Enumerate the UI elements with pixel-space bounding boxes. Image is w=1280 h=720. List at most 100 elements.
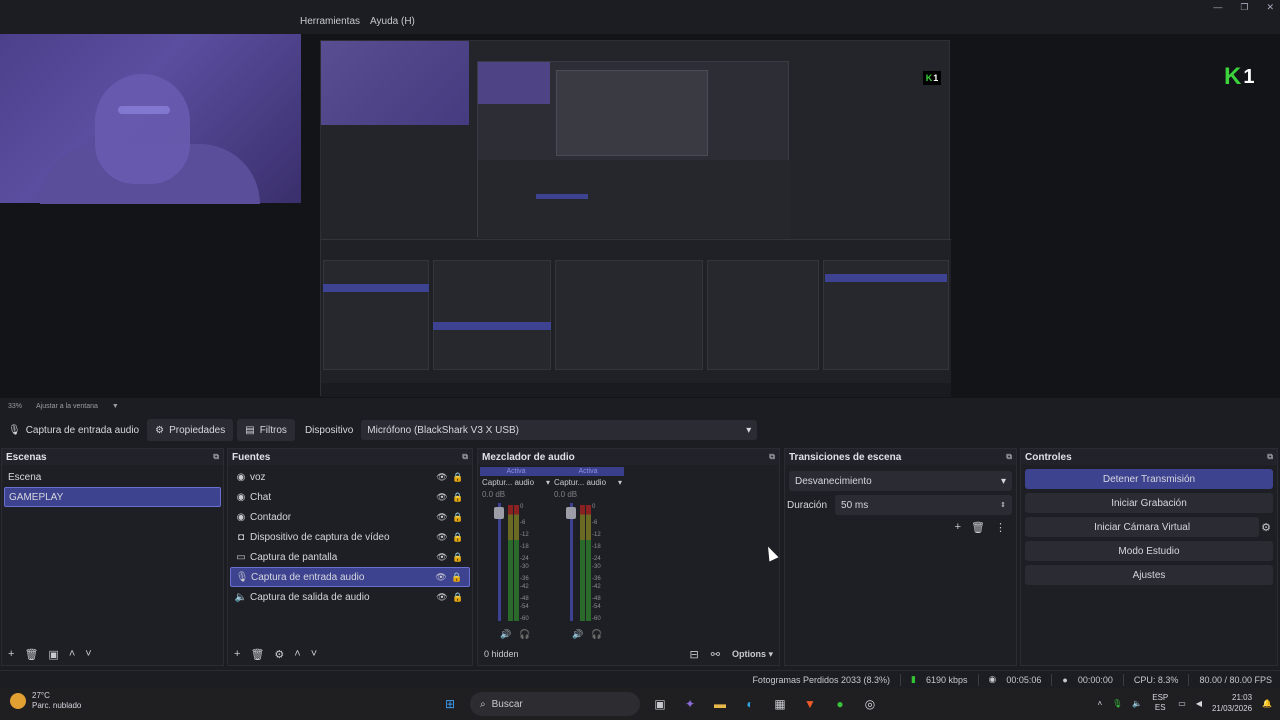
windows-start-icon[interactable]: ⊞: [440, 694, 460, 714]
undock-icon[interactable]: ⧉: [213, 452, 219, 462]
preview-area[interactable]: K1 K1: [0, 34, 1280, 398]
start-recording-button[interactable]: Iniciar Grabación: [1025, 493, 1273, 513]
lock-icon[interactable]: 🔒: [450, 532, 466, 543]
add-icon[interactable]: +: [955, 521, 961, 534]
arrow-down-icon[interactable]: ˅: [311, 648, 317, 660]
weather-widget[interactable]: 27°C Parc. nublado: [10, 691, 81, 711]
eye-icon[interactable]: 👁: [434, 532, 450, 543]
menu-help[interactable]: Ayuda (H): [370, 16, 415, 32]
volume-slider[interactable]: [570, 503, 573, 621]
scene-item[interactable]: Escena: [4, 467, 221, 487]
source-label: Contador: [250, 511, 292, 523]
source-item[interactable]: 🎙 Captura de entrada audio 👁 🔒: [230, 567, 470, 587]
settings-button[interactable]: Ajustes: [1025, 565, 1273, 585]
volume-knob[interactable]: [494, 507, 504, 519]
source-item[interactable]: ▭ Captura de pantalla 👁 🔒: [230, 547, 470, 567]
microphone-icon[interactable]: 🎙: [1112, 699, 1122, 708]
source-item[interactable]: 🔈 Captura de salida de audio 👁 🔒: [230, 587, 470, 607]
source-item[interactable]: ◘ Dispositivo de captura de vídeo 👁 🔒: [230, 527, 470, 547]
volume-slider[interactable]: [498, 503, 501, 621]
scene-item[interactable]: GAMEPLAY: [4, 487, 221, 507]
filter-icon[interactable]: ▣: [48, 648, 58, 661]
lock-icon[interactable]: 🔒: [450, 592, 466, 603]
arrow-up-icon[interactable]: ˄: [69, 648, 75, 660]
brave-icon[interactable]: ▼: [800, 694, 820, 714]
speaker-icon[interactable]: 🔊: [572, 629, 583, 640]
gear-icon[interactable]: ⚙: [1261, 521, 1271, 534]
device-label: Dispositivo: [304, 424, 354, 436]
eye-icon[interactable]: 👁: [433, 572, 449, 583]
file-explorer-icon[interactable]: ▬: [710, 694, 730, 714]
minimize-icon[interactable]: —: [1213, 2, 1222, 13]
trash-icon[interactable]: 🗑: [971, 521, 985, 534]
edge-icon[interactable]: ◐: [740, 694, 760, 714]
fit-to-window[interactable]: Ajustar a la ventana: [36, 403, 98, 410]
layout-icon[interactable]: ⊟: [690, 648, 699, 661]
lock-icon[interactable]: 🔒: [450, 492, 466, 503]
eye-icon[interactable]: 👁: [434, 592, 450, 603]
trash-icon[interactable]: 🗑: [24, 648, 38, 661]
device-select[interactable]: Micrófono (BlackShark V3 X USB) ▾: [361, 420, 758, 440]
studio-mode-button[interactable]: Modo Estudio: [1025, 541, 1273, 561]
clock[interactable]: 21:03 21/03/2026: [1212, 692, 1252, 714]
notification-icon[interactable]: 🔔: [1262, 699, 1272, 708]
filters-label: Filtros: [259, 424, 287, 436]
headphones-icon[interactable]: 🎧: [591, 629, 602, 640]
duration-input[interactable]: 50 ms ⇕: [835, 495, 1012, 515]
add-icon[interactable]: +: [8, 648, 14, 660]
speaker-icon[interactable]: 🔊: [500, 629, 511, 640]
language-indicator[interactable]: ESP ES: [1152, 693, 1168, 713]
eye-icon[interactable]: 👁: [434, 492, 450, 503]
chevron-down-icon[interactable]: ▼: [112, 403, 119, 410]
link-icon[interactable]: ⚯: [711, 648, 720, 661]
xbox-icon[interactable]: ●: [830, 694, 850, 714]
task-view-icon[interactable]: ▣: [650, 694, 670, 714]
obs-icon[interactable]: ◎: [860, 694, 880, 714]
eye-icon[interactable]: 👁: [434, 552, 450, 563]
filters-button[interactable]: ▤ Filtros: [237, 419, 295, 441]
sources-title: Fuentes: [232, 451, 271, 463]
copilot-icon[interactable]: ✦: [680, 694, 700, 714]
volume-icon[interactable]: ◀: [1196, 699, 1202, 708]
arrow-up-icon[interactable]: ˄: [294, 648, 300, 660]
maximize-icon[interactable]: ❐: [1240, 2, 1248, 13]
chevron-up-icon[interactable]: ˄: [1097, 699, 1102, 708]
search-box[interactable]: ⌕ Buscar: [470, 692, 640, 716]
lock-icon[interactable]: 🔒: [449, 572, 465, 583]
channel-name[interactable]: Captur... audio ▾: [480, 478, 552, 487]
add-icon[interactable]: +: [234, 648, 240, 660]
menu-tools[interactable]: Herramientas: [300, 16, 360, 32]
options-button[interactable]: Options ▾: [732, 649, 773, 660]
lock-icon[interactable]: 🔒: [450, 512, 466, 523]
undock-icon[interactable]: ⧉: [769, 452, 775, 462]
selected-source: 🎙 Captura de entrada audio: [0, 419, 147, 441]
transition-select[interactable]: Desvanecimiento ▾: [789, 471, 1012, 491]
gear-icon[interactable]: ⚙: [274, 648, 284, 661]
source-item[interactable]: ◉ voz 👁 🔒: [230, 467, 470, 487]
trash-icon[interactable]: 🗑: [250, 648, 264, 661]
headphones-icon[interactable]: 🎧: [519, 629, 530, 640]
source-item[interactable]: ◉ Contador 👁 🔒: [230, 507, 470, 527]
channel-name[interactable]: Captur... audio ▾: [552, 478, 624, 487]
properties-button[interactable]: ⚙ Propiedades: [147, 419, 234, 441]
undock-icon[interactable]: ⧉: [1267, 452, 1273, 462]
more-icon[interactable]: ⋮: [995, 521, 1006, 534]
volume-knob[interactable]: [566, 507, 576, 519]
display-icon[interactable]: ▭: [1178, 699, 1186, 708]
speaker-icon[interactable]: 🔈: [1132, 699, 1142, 708]
dropped-frames: Fotogramas Perdidos 2033 (8.3%): [752, 674, 891, 685]
store-icon[interactable]: ▦: [770, 694, 790, 714]
undock-icon[interactable]: ⧉: [1006, 452, 1012, 462]
eye-icon[interactable]: 👁: [434, 472, 450, 483]
lock-icon[interactable]: 🔒: [450, 552, 466, 563]
eye-icon[interactable]: 👁: [434, 512, 450, 523]
close-icon[interactable]: ✕: [1266, 2, 1274, 13]
lock-icon[interactable]: 🔒: [450, 472, 466, 483]
undock-icon[interactable]: ⧉: [462, 452, 468, 462]
stop-stream-button[interactable]: Detener Transmisión: [1025, 469, 1273, 489]
globe-icon: ◉: [236, 511, 246, 523]
source-item[interactable]: ◉ Chat 👁 🔒: [230, 487, 470, 507]
virtual-camera-button[interactable]: Iniciar Cámara Virtual: [1025, 517, 1260, 537]
arrow-down-icon[interactable]: ˅: [85, 648, 91, 660]
zoom-level[interactable]: 33%: [8, 403, 22, 410]
